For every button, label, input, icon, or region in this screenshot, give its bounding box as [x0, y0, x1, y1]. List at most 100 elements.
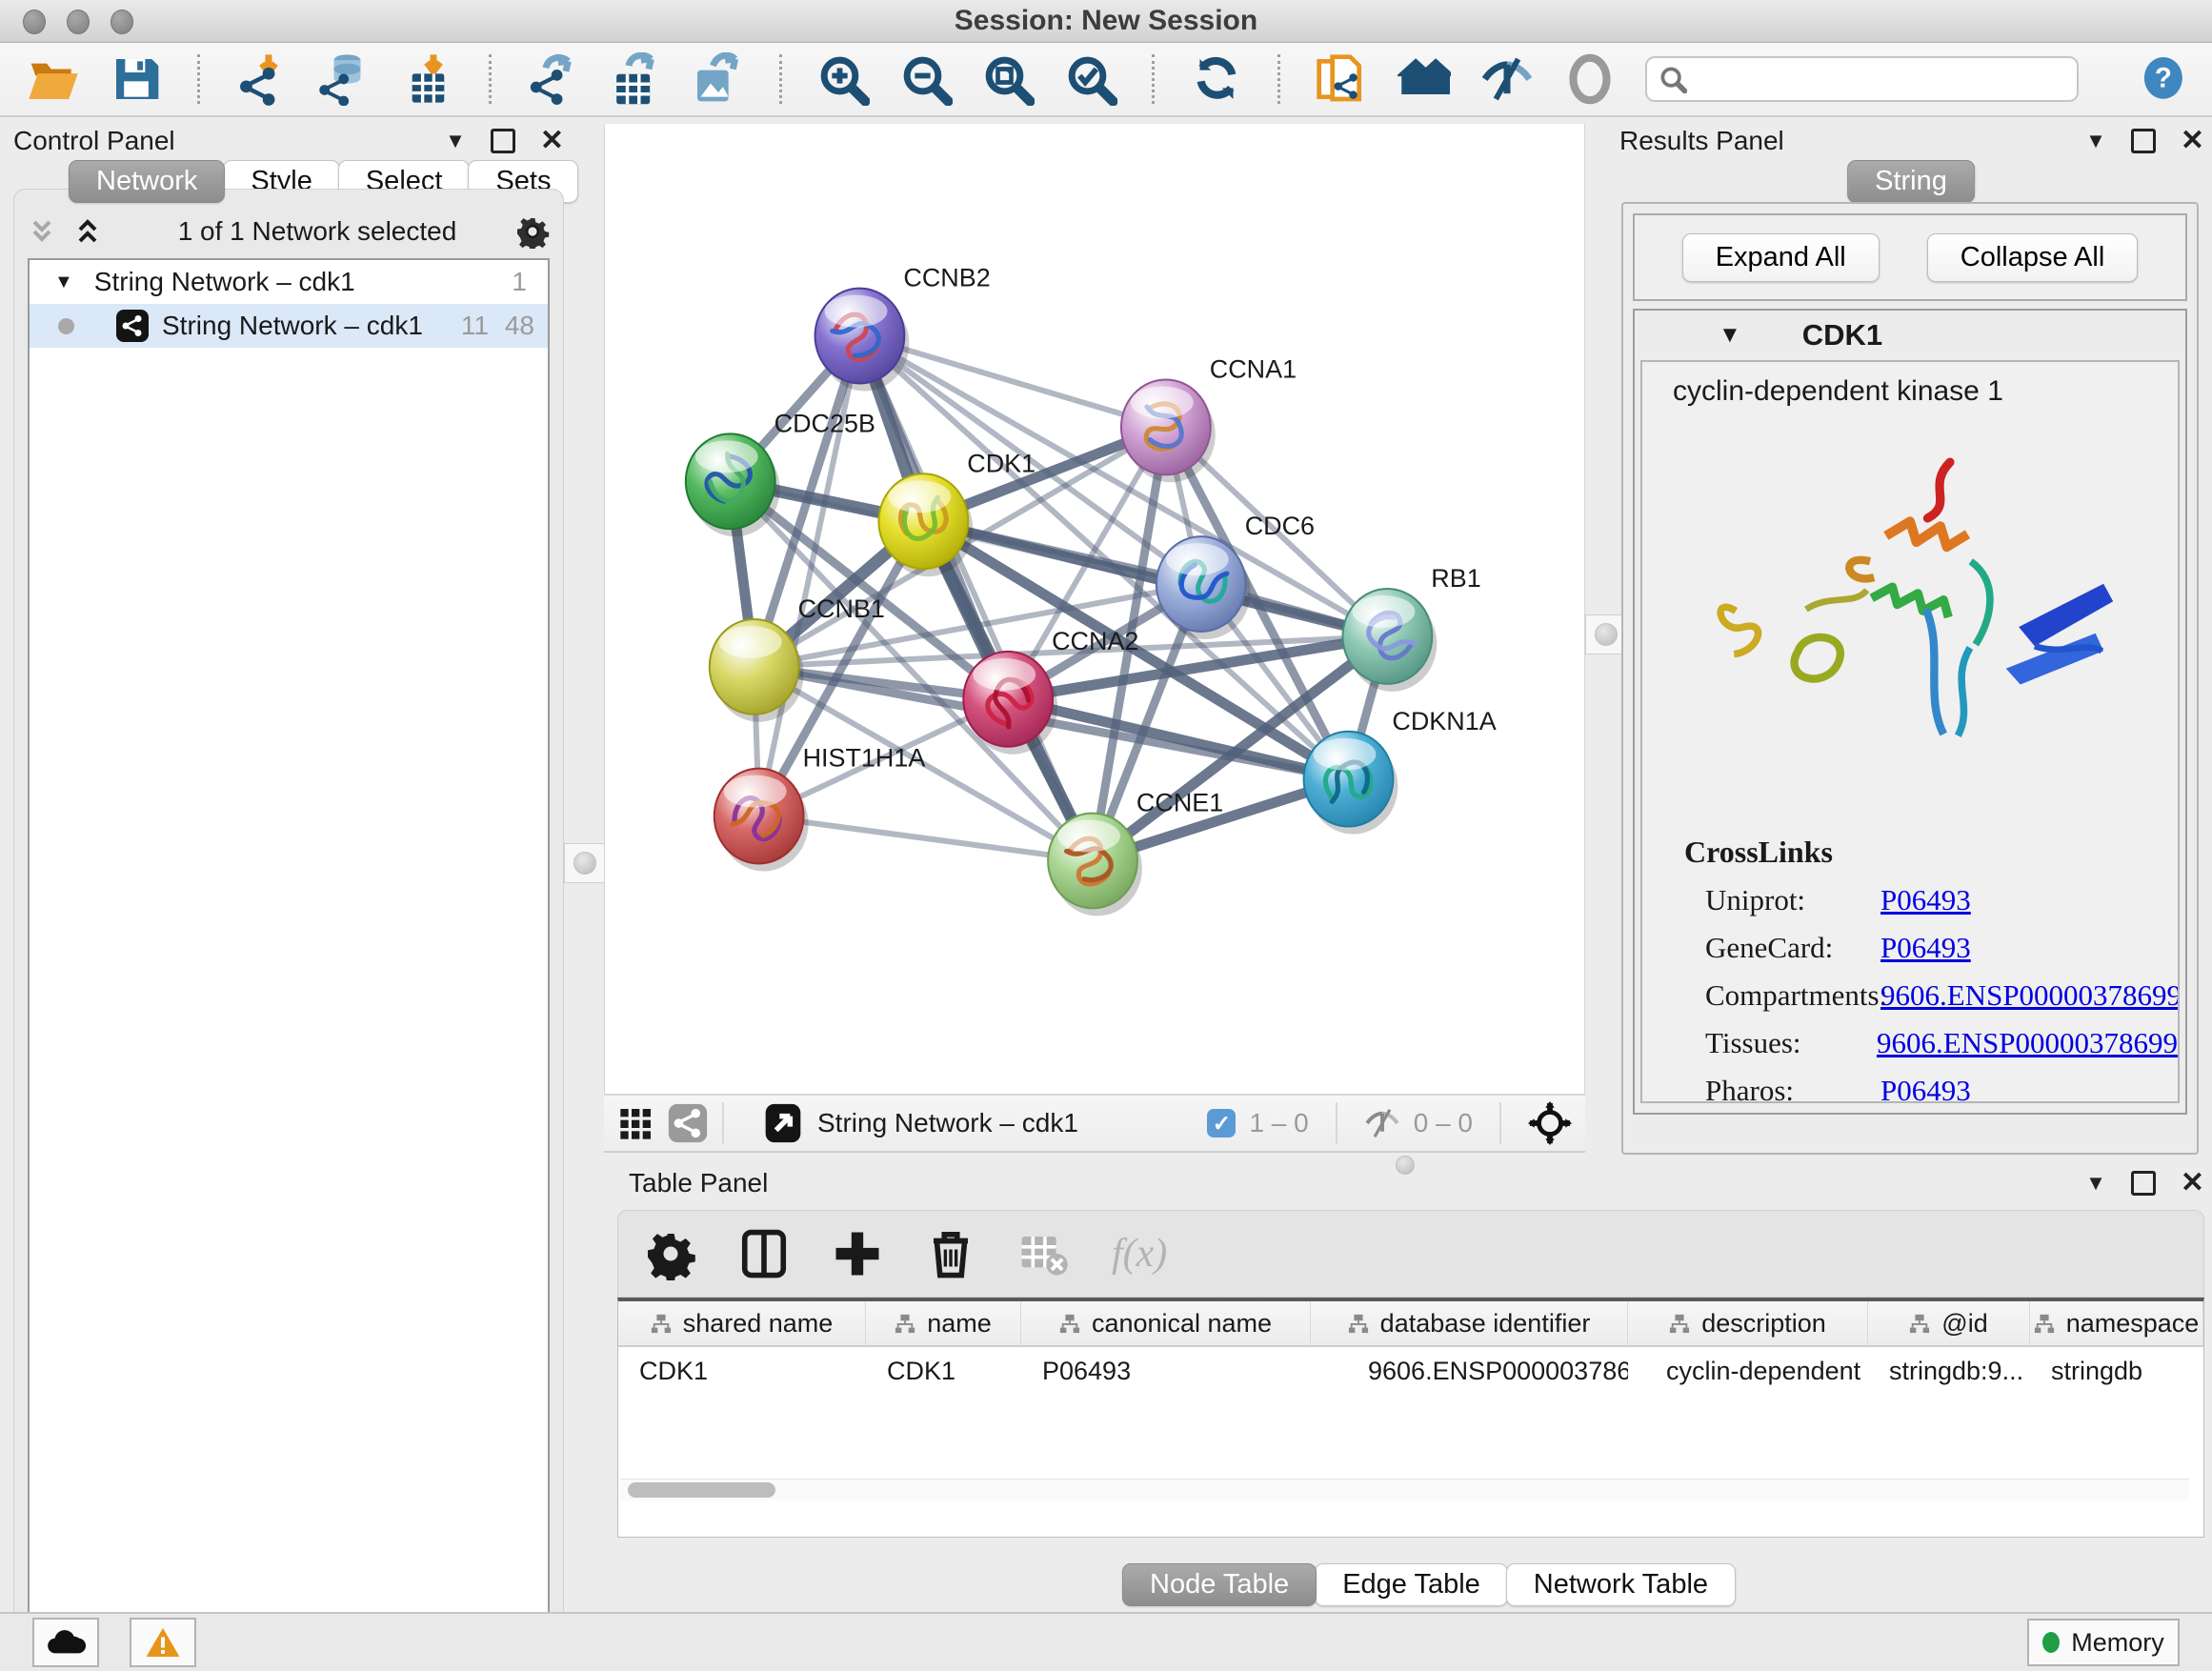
uniprot-link[interactable]: P06493	[1880, 883, 1971, 917]
panel-menu-icon[interactable]: ▼	[2085, 129, 2106, 153]
delete-column-button[interactable]	[925, 1228, 976, 1279]
tab-network-table[interactable]: Network Table	[1506, 1563, 1736, 1606]
string-import-button[interactable]	[1315, 50, 1369, 109]
panel-close-icon[interactable]: ✕	[540, 131, 564, 151]
column-header[interactable]: namespace	[2030, 1301, 2203, 1345]
panel-close-icon[interactable]: ✕	[2181, 1174, 2204, 1193]
table-settings-button[interactable]	[645, 1228, 696, 1279]
left-splitter-handle[interactable]	[564, 843, 606, 883]
export-table-button[interactable]	[608, 50, 662, 109]
memory-button[interactable]: Memory	[2027, 1619, 2180, 1666]
network-collection-row[interactable]: ▼ String Network – cdk1 1	[30, 260, 548, 304]
panel-float-icon[interactable]	[2131, 129, 2156, 153]
export-image-button[interactable]	[691, 50, 745, 109]
column-type-icon	[651, 1313, 672, 1334]
string-view-icon[interactable]	[667, 1102, 709, 1144]
show-graphics-button[interactable]	[1562, 50, 1617, 109]
add-column-button[interactable]	[832, 1228, 883, 1279]
import-table-button[interactable]	[400, 50, 454, 109]
tissues-link[interactable]: 9606.ENSP00000378699	[1877, 1026, 2178, 1060]
zoom-window-button[interactable]	[111, 10, 133, 34]
close-window-button[interactable]	[23, 10, 46, 34]
plus-icon	[832, 1227, 883, 1280]
collection-expand-icon[interactable]: ▼	[54, 272, 73, 293]
entry-collapse-icon[interactable]: ▼	[1719, 322, 1741, 349]
show-columns-button[interactable]	[738, 1228, 790, 1279]
home-button[interactable]	[1398, 50, 1452, 109]
open-session-button[interactable]	[27, 50, 81, 109]
tab-network[interactable]: Network	[69, 160, 225, 203]
scrollbar-thumb[interactable]	[628, 1482, 775, 1498]
panel-menu-icon[interactable]: ▼	[2085, 1171, 2106, 1196]
save-session-button[interactable]	[110, 50, 164, 109]
gear-icon[interactable]	[515, 214, 550, 249]
node-entry-header[interactable]: ▼ CDK1	[1635, 311, 2185, 360]
network-node-HIST1H1A[interactable]: HIST1H1A	[714, 744, 926, 872]
panel-float-icon[interactable]	[2131, 1171, 2156, 1196]
minimize-window-button[interactable]	[67, 10, 90, 34]
toolbar-separator	[489, 54, 492, 104]
detach-view-icon[interactable]	[762, 1102, 804, 1144]
zoom-selected-button[interactable]	[1064, 50, 1118, 109]
warnings-button[interactable]	[130, 1618, 196, 1667]
export-network-button[interactable]	[526, 50, 580, 109]
tab-string[interactable]: String	[1847, 160, 1975, 203]
birdseye-grid-icon[interactable]	[617, 1104, 655, 1142]
network-row[interactable]: String Network – cdk1 11 48	[30, 304, 548, 348]
zoom-fit-button[interactable]	[981, 50, 1036, 109]
svg-text:?: ?	[2155, 62, 2172, 93]
node-result-entry: ▼ CDK1 cyclin-dependent kinase 1	[1633, 309, 2187, 1115]
expand-all-icon[interactable]	[73, 217, 102, 246]
network-node-CDKN1A[interactable]: CDKN1A	[1304, 707, 1497, 835]
tab-node-table[interactable]: Node Table	[1122, 1563, 1317, 1606]
control-panel: Control Panel ▼ ✕ Network Style Select S…	[13, 124, 564, 1599]
node-label: CDK1	[967, 449, 1036, 477]
delete-table-button[interactable]	[1018, 1228, 1070, 1279]
hide-graphics-button[interactable]	[1480, 50, 1535, 109]
export-table-icon	[609, 52, 662, 106]
column-header[interactable]: canonical name	[1021, 1301, 1311, 1345]
column-header[interactable]: description	[1628, 1301, 1868, 1345]
pan-crosshair-icon[interactable]	[1528, 1101, 1572, 1145]
tab-edge-table[interactable]: Edge Table	[1315, 1563, 1508, 1606]
column-header[interactable]: name	[866, 1301, 1021, 1345]
network-node-CCNA1[interactable]: CCNA1	[1121, 354, 1297, 482]
panel-float-icon[interactable]	[491, 129, 515, 153]
refresh-button[interactable]	[1189, 50, 1243, 109]
cloud-status-button[interactable]	[32, 1618, 99, 1667]
genecard-link[interactable]: P06493	[1880, 931, 1971, 965]
network-view-title: String Network – cdk1	[817, 1108, 1078, 1138]
pharos-link[interactable]: P06493	[1880, 1074, 1971, 1103]
network-node-CDC6[interactable]: CDC6	[1156, 512, 1315, 639]
function-builder-button[interactable]: f(x)	[1112, 1231, 1167, 1277]
control-panel-title: Control Panel	[13, 126, 175, 156]
import-network-from-database-button[interactable]	[317, 50, 372, 109]
window-title: Session: New Session	[955, 5, 1257, 37]
collapse-all-button[interactable]: Collapse All	[1927, 233, 2139, 282]
network-node-CCNE1[interactable]: CCNE1	[1048, 789, 1223, 916]
collection-count: 1	[512, 267, 527, 297]
column-header[interactable]: shared name	[618, 1301, 866, 1345]
panel-menu-icon[interactable]: ▼	[445, 129, 466, 153]
panel-close-icon[interactable]: ✕	[2181, 131, 2204, 151]
column-header[interactable]: @id	[1868, 1301, 2030, 1345]
network-node-CCNB1[interactable]: CCNB1	[710, 594, 885, 722]
network-canvas[interactable]: CCNB2CCNA1CDC25BCDK1CDC6RB1CCNB1CCNA2CDK…	[604, 124, 1585, 1094]
help-button[interactable]: ?	[2142, 53, 2185, 105]
toolbar-separator	[1152, 54, 1155, 104]
network-node-RB1[interactable]: RB1	[1342, 564, 1480, 692]
table-row[interactable]: CDK1 CDK1 P06493 9606.ENSP00000378699 cy…	[618, 1347, 2203, 1386]
collapse-all-icon[interactable]	[28, 217, 56, 246]
network-edge	[759, 816, 1093, 861]
import-network-button[interactable]	[234, 50, 289, 109]
expand-all-button[interactable]: Expand All	[1682, 233, 1880, 282]
zoom-out-button[interactable]	[898, 50, 953, 109]
column-header[interactable]: database identifier	[1311, 1301, 1628, 1345]
zoom-in-button[interactable]	[816, 50, 871, 109]
selected-checkbox-icon[interactable]: ✓	[1207, 1109, 1236, 1137]
collection-name: String Network – cdk1	[94, 267, 355, 297]
hidden-counts: 0 – 0	[1414, 1108, 1473, 1138]
compartments-link[interactable]: 9606.ENSP00000378699	[1880, 978, 2180, 1013]
import-network-icon	[235, 52, 289, 106]
search-input[interactable]	[1645, 56, 2079, 102]
